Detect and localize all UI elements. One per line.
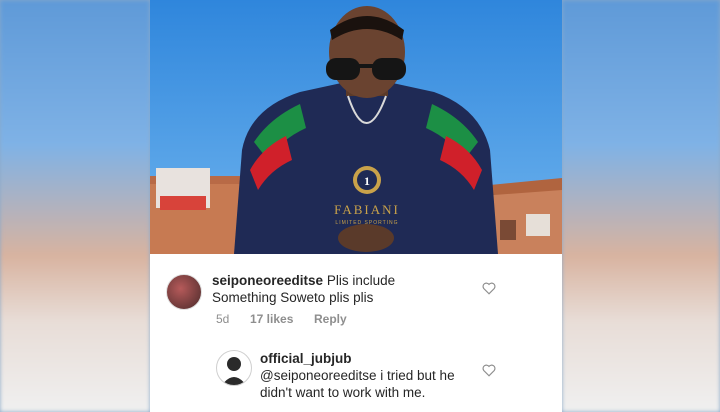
badge-text: 1 [364,174,370,188]
reply-text-line1: @seiponeoreeditse i tried but he [260,368,455,383]
man-in-sweater-image: 1 FABIANI LIMITED SPORTING [150,0,562,254]
reply-username[interactable]: official_jubjub [260,350,500,367]
comment-likes[interactable]: 17 likes [250,312,293,326]
blurred-background-left [0,0,150,412]
sweater-subtext: LIMITED SPORTING [335,220,398,226]
comment-text-line1: Plis include [326,273,396,288]
comment-body: seiponeoreeditse Plis include Something … [212,272,512,306]
comment-text-line2: Something Soweto plis plis [212,290,374,305]
reply-text-line2: didn't want to work with me. [260,385,426,400]
avatar-silhouette-icon [222,357,246,385]
comment-username[interactable]: seiponeoreeditse [212,273,323,288]
comment-time: 5d [216,312,230,326]
reply-comment-item: official_jubjub @seiponeoreeditse i trie… [150,340,562,412]
avatar[interactable] [216,350,252,386]
heart-icon[interactable] [482,364,496,377]
heart-icon[interactable] [482,282,496,295]
screenshot-card: 1 FABIANI LIMITED SPORTING seiponeoreedi… [150,0,562,412]
post-photo: 1 FABIANI LIMITED SPORTING [150,0,562,254]
avatar[interactable] [166,274,202,310]
sweater-brand-text: FABIANI [334,202,400,217]
reply-body: official_jubjub @seiponeoreeditse i trie… [260,350,500,401]
reply-button[interactable]: Reply [314,312,347,326]
comment-item: seiponeoreeditse Plis include Something … [150,254,562,340]
blurred-background-right [562,0,720,412]
